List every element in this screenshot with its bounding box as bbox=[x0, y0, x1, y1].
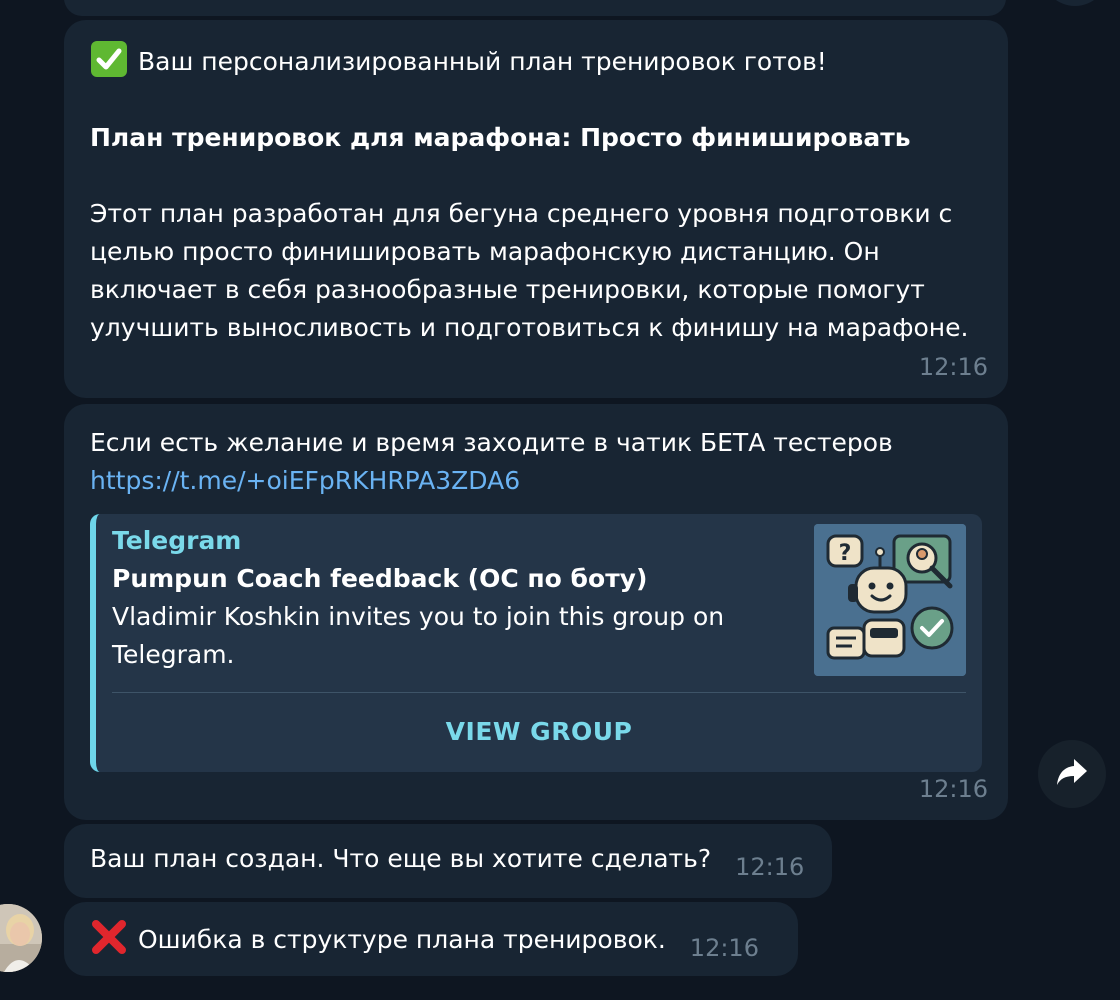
plan-headline-text: Ваш персонализированный план тренировок … bbox=[138, 47, 827, 76]
preview-site-name: Telegram bbox=[112, 526, 242, 555]
svg-text:?: ? bbox=[839, 541, 852, 566]
plan-created-text: Ваш план создан. Что еще вы хотите сдела… bbox=[90, 844, 712, 873]
plan-description: Этот план разработан для бегуна среднего… bbox=[90, 199, 969, 342]
invite-link[interactable]: https://t.me/+oiEFpRKHRPA3ZDA6 bbox=[90, 462, 982, 500]
plan-title: План тренировок для марафона: Просто фин… bbox=[90, 123, 911, 152]
sender-avatar[interactable] bbox=[0, 904, 42, 972]
message-time: 12:16 bbox=[689, 934, 759, 962]
message-error: Ошибка в структуре плана тренировок. 12:1… bbox=[64, 902, 798, 976]
forward-arrow-icon bbox=[1055, 757, 1089, 791]
error-text: Ошибка в структуре плана тренировок. bbox=[138, 925, 666, 954]
message-plan-ready: Ваш персонализированный план тренировок … bbox=[64, 20, 1008, 398]
check-mark-emoji-icon bbox=[90, 40, 128, 78]
previous-action-button[interactable] bbox=[1042, 0, 1108, 6]
plan-headline: Ваш персонализированный план тренировок … bbox=[90, 40, 982, 81]
preview-description: Vladimir Koshkin invites you to join thi… bbox=[112, 602, 725, 669]
preview-thumbnail-robot-image: ? bbox=[814, 524, 966, 676]
preview-divider bbox=[112, 692, 966, 693]
message-invite: Если есть желание и время заходите в чат… bbox=[64, 404, 1008, 820]
invite-text: Если есть желание и время заходите в чат… bbox=[90, 428, 893, 457]
message-time: 12:16 bbox=[918, 775, 988, 803]
message-time: 12:16 bbox=[918, 353, 988, 381]
preview-title: Pumpun Coach feedback (ОС по боту) bbox=[112, 564, 648, 593]
cross-mark-emoji-icon bbox=[90, 918, 128, 956]
forward-button[interactable] bbox=[1038, 740, 1106, 808]
link-preview-card[interactable]: Telegram Pumpun Coach feedback (ОС по бо… bbox=[90, 514, 982, 772]
message-plan-created: Ваш план создан. Что еще вы хотите сдела… bbox=[64, 824, 832, 898]
message-time: 12:16 bbox=[735, 853, 805, 881]
previous-message-bubble bbox=[64, 0, 1006, 16]
view-group-button[interactable]: VIEW GROUP bbox=[96, 704, 982, 760]
